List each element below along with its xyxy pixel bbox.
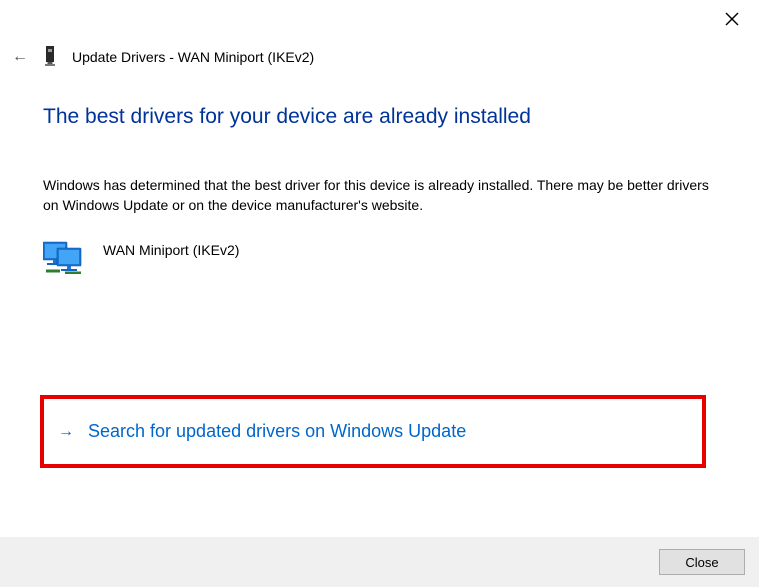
network-adapter-icon [43,240,83,277]
main-heading: The best drivers for your device are alr… [43,105,719,129]
dialog-content: The best drivers for your device are alr… [43,105,719,277]
dialog-header: ← Update Drivers - WAN Miniport (IKEv2) [12,46,314,68]
annotation-highlight: → Search for updated drivers on Windows … [40,395,706,468]
close-button[interactable]: Close [659,549,745,575]
dialog-title: Update Drivers - WAN Miniport (IKEv2) [72,49,314,65]
close-icon[interactable] [725,12,739,26]
device-name: WAN Miniport (IKEv2) [103,240,239,258]
arrow-right-icon: → [58,423,74,441]
dialog-footer: Close [0,537,759,587]
search-windows-update-link[interactable]: Search for updated drivers on Windows Up… [88,421,466,442]
device-row: WAN Miniport (IKEv2) [43,240,719,277]
back-arrow-icon[interactable]: ← [12,48,28,66]
device-header-icon [44,46,56,68]
status-description: Windows has determined that the best dri… [43,175,719,216]
x-glyph [725,12,739,26]
